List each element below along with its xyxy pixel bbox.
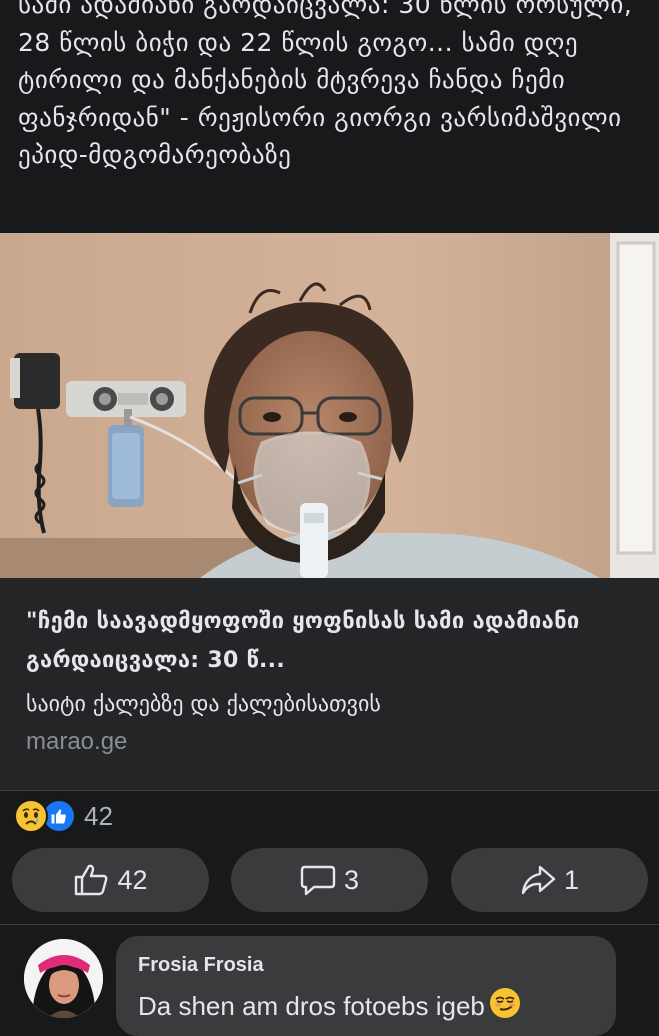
comment-count: 3 — [343, 864, 360, 895]
smirking-face-icon — [489, 987, 521, 1026]
photo-illustration — [0, 233, 659, 578]
link-domain: marao.ge — [26, 728, 128, 755]
share-count: 1 — [563, 864, 580, 895]
link-preview-card[interactable]: "ჩემი საავადმყოფოში ყოფნისას სამი ადამია… — [0, 578, 659, 791]
like-button[interactable]: 42 — [12, 848, 209, 912]
comments-divider — [0, 924, 659, 925]
reactions-summary[interactable]: 42 — [14, 797, 113, 835]
share-button[interactable]: 1 — [451, 848, 648, 912]
link-preview-image[interactable] — [0, 233, 659, 578]
sad-reaction-icon — [14, 799, 48, 833]
link-description: საიტი ქალებზე და ქალებისათვის — [26, 692, 381, 717]
post-text: სამი ადამიანი გარდაიცვალა: 30 წლის ორსულ… — [18, 0, 641, 169]
post-text-container: სამი ადამიანი გარდაიცვალა: 30 წლის ორსულ… — [0, 0, 659, 233]
thumbs-up-icon — [75, 864, 108, 896]
comment-text-content: Da shen am dros fotoebs igeb — [138, 991, 485, 1021]
speech-bubble-icon — [300, 865, 336, 896]
reaction-count: 42 — [84, 800, 113, 831]
comment-button[interactable]: 3 — [231, 848, 428, 912]
avatar-image — [24, 939, 103, 1018]
avatar[interactable] — [22, 937, 105, 1020]
comment-bubble[interactable]: Frosia Frosia Da shen am dros fotoebs ig… — [116, 936, 616, 1036]
comment-text: Da shen am dros fotoebs igeb — [138, 987, 521, 1026]
link-title[interactable]: "ჩემი საავადმყოფოში ყოფნისას სამი ადამია… — [26, 602, 626, 680]
share-arrow-icon — [521, 865, 556, 895]
like-count: 42 — [117, 864, 148, 895]
comment-author[interactable]: Frosia Frosia — [138, 954, 264, 977]
